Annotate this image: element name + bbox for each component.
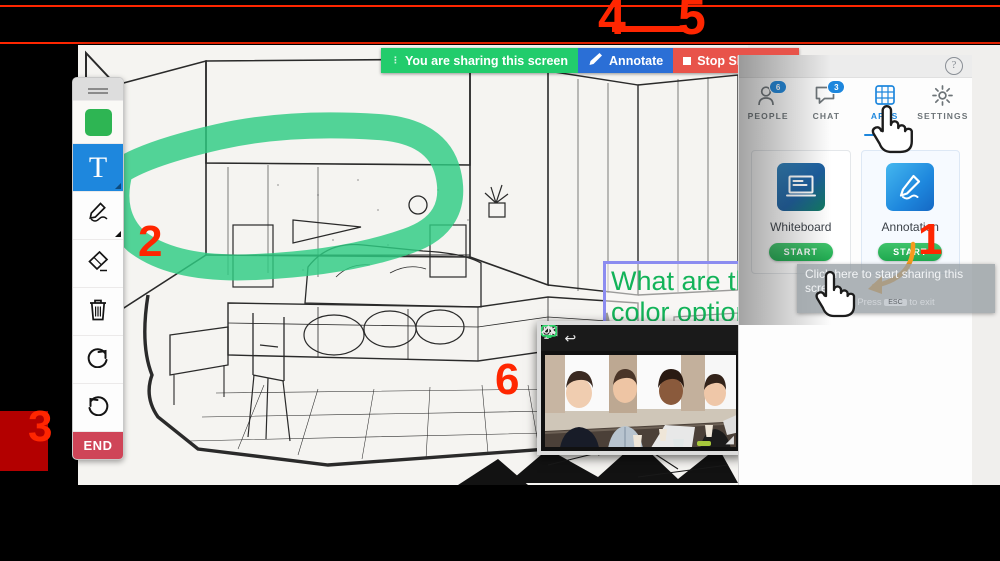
architectural-sketch: What are the color options? ↩ xyxy=(78,45,748,485)
trash-icon xyxy=(87,297,109,327)
clear-all-button[interactable] xyxy=(73,288,123,336)
callout-1: 1 xyxy=(918,215,943,264)
screenshot-canvas: What are the color options? ↩ xyxy=(0,0,1000,561)
drag-grip-icon[interactable]: ⋮ xyxy=(391,55,400,66)
pen-tool-icon xyxy=(85,200,111,231)
panel-tabs: 6 PEOPLE 3 CHAT APPS SETTINGS xyxy=(739,78,972,136)
undo-button[interactable] xyxy=(73,384,123,432)
whiteboard-title: Whiteboard xyxy=(770,220,832,234)
app-card-annotation[interactable]: Annotation START xyxy=(860,150,960,274)
whiteboard-icon xyxy=(776,163,825,211)
undo-icon xyxy=(85,394,111,421)
tab-settings-label: SETTINGS xyxy=(917,111,969,121)
people-icon: 6 xyxy=(757,80,788,107)
tab-chat-label: CHAT xyxy=(812,111,841,121)
app-card-whiteboard[interactable]: Whiteboard START xyxy=(751,150,851,274)
tooltip-line-2: Press ESC to exit xyxy=(805,297,987,308)
tab-chat[interactable]: 3 CHAT xyxy=(797,78,855,136)
sharing-status-label: You are sharing this screen xyxy=(405,53,569,68)
apps-grid-icon xyxy=(874,83,895,107)
video-panel-toolbar: ↩ xyxy=(541,325,740,351)
pencil-icon xyxy=(588,52,603,69)
left-edge-black-block xyxy=(0,471,48,493)
tool-options-corner-icon[interactable] xyxy=(115,183,121,189)
gear-icon xyxy=(932,83,954,107)
panel-titlebar: ? xyxy=(739,55,972,78)
callout-6: 6 xyxy=(495,355,520,404)
tab-apps[interactable]: APPS xyxy=(856,78,914,136)
participants-video-feed: ◢ xyxy=(545,355,736,447)
esc-key-label: ESC xyxy=(884,299,907,306)
resize-handle[interactable]: ◢ xyxy=(726,435,734,446)
sharing-status-segment: ⋮ You are sharing this screen xyxy=(381,48,579,73)
video-conference-panel[interactable]: ↩ ◢ xyxy=(537,321,744,455)
toolbar-drag-handle[interactable] xyxy=(73,78,123,101)
green-color-swatch xyxy=(84,108,112,136)
annotate-label: Annotate xyxy=(609,53,664,68)
callout-4: 4 xyxy=(598,0,626,45)
text-tool-button[interactable]: T xyxy=(73,144,123,192)
start-sharing-tooltip: Click here to start sharing this screen … xyxy=(797,264,995,313)
tooltip-line-1: Click here to start sharing this screen xyxy=(805,267,964,295)
eraser-tool-button[interactable] xyxy=(73,240,123,288)
redo-icon xyxy=(85,346,111,373)
people-badge: 6 xyxy=(769,80,788,94)
whiteboard-start-button[interactable]: START xyxy=(768,243,833,261)
callout-2: 2 xyxy=(138,217,163,266)
pen-tool-button[interactable] xyxy=(73,192,123,240)
annotation-pencil-icon xyxy=(886,163,935,211)
tab-apps-label: APPS xyxy=(870,111,899,121)
eraser-tool-icon xyxy=(85,249,111,278)
tab-settings[interactable]: SETTINGS xyxy=(914,78,972,136)
tab-people-label: PEOPLE xyxy=(747,111,789,121)
guide-line-second xyxy=(0,42,1000,44)
tooltip-exit-label: to exit xyxy=(909,297,935,308)
chat-badge: 3 xyxy=(827,80,846,94)
screen-sharing-control-bar: ⋮ You are sharing this screen Annotate S… xyxy=(381,48,799,73)
callout-3: 3 xyxy=(28,402,53,451)
annotation-line-1: What are the xyxy=(611,266,748,296)
help-icon[interactable]: ? xyxy=(945,57,963,75)
annotation-toolbar: T END xyxy=(72,77,124,460)
end-annotation-button[interactable]: END xyxy=(73,432,123,459)
stop-square-icon xyxy=(683,56,692,65)
back-icon[interactable]: ↩ xyxy=(565,331,577,345)
color-swatch-button[interactable] xyxy=(73,101,123,144)
redo-button[interactable] xyxy=(73,336,123,384)
pen-options-corner-icon[interactable] xyxy=(115,231,121,237)
chat-icon: 3 xyxy=(815,80,846,107)
guide-line-top xyxy=(0,5,1000,7)
annotate-button[interactable]: Annotate xyxy=(578,48,674,73)
text-tool-icon: T xyxy=(88,150,108,184)
end-label: END xyxy=(83,438,113,453)
tooltip-press-label: Press xyxy=(857,297,882,308)
tab-people[interactable]: 6 PEOPLE xyxy=(739,78,797,136)
callout-5: 5 xyxy=(678,0,706,45)
